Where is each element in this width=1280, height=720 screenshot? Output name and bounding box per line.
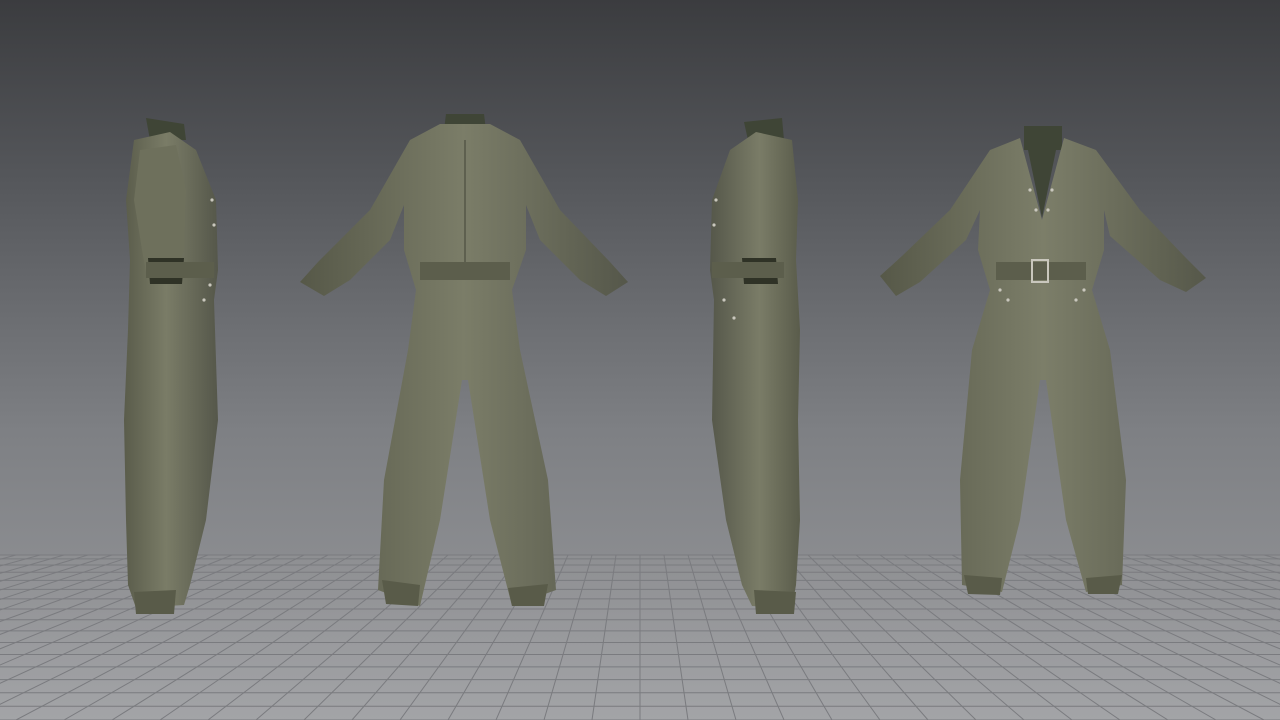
jumpsuit-front-view <box>880 126 1206 595</box>
3d-viewport[interactable] <box>0 0 1280 720</box>
